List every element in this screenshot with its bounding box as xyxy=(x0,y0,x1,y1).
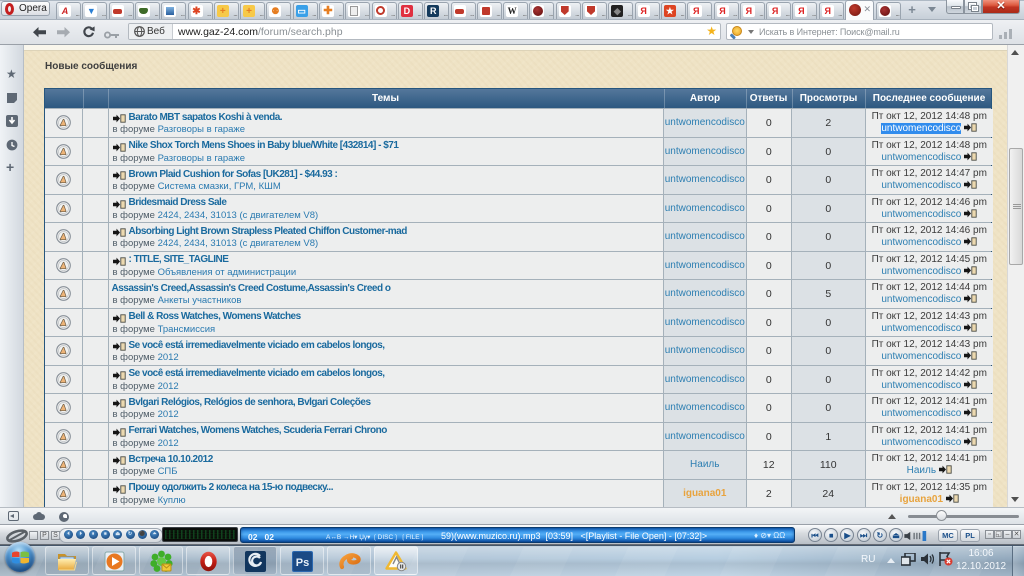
svg-text:Ps: Ps xyxy=(296,557,309,569)
